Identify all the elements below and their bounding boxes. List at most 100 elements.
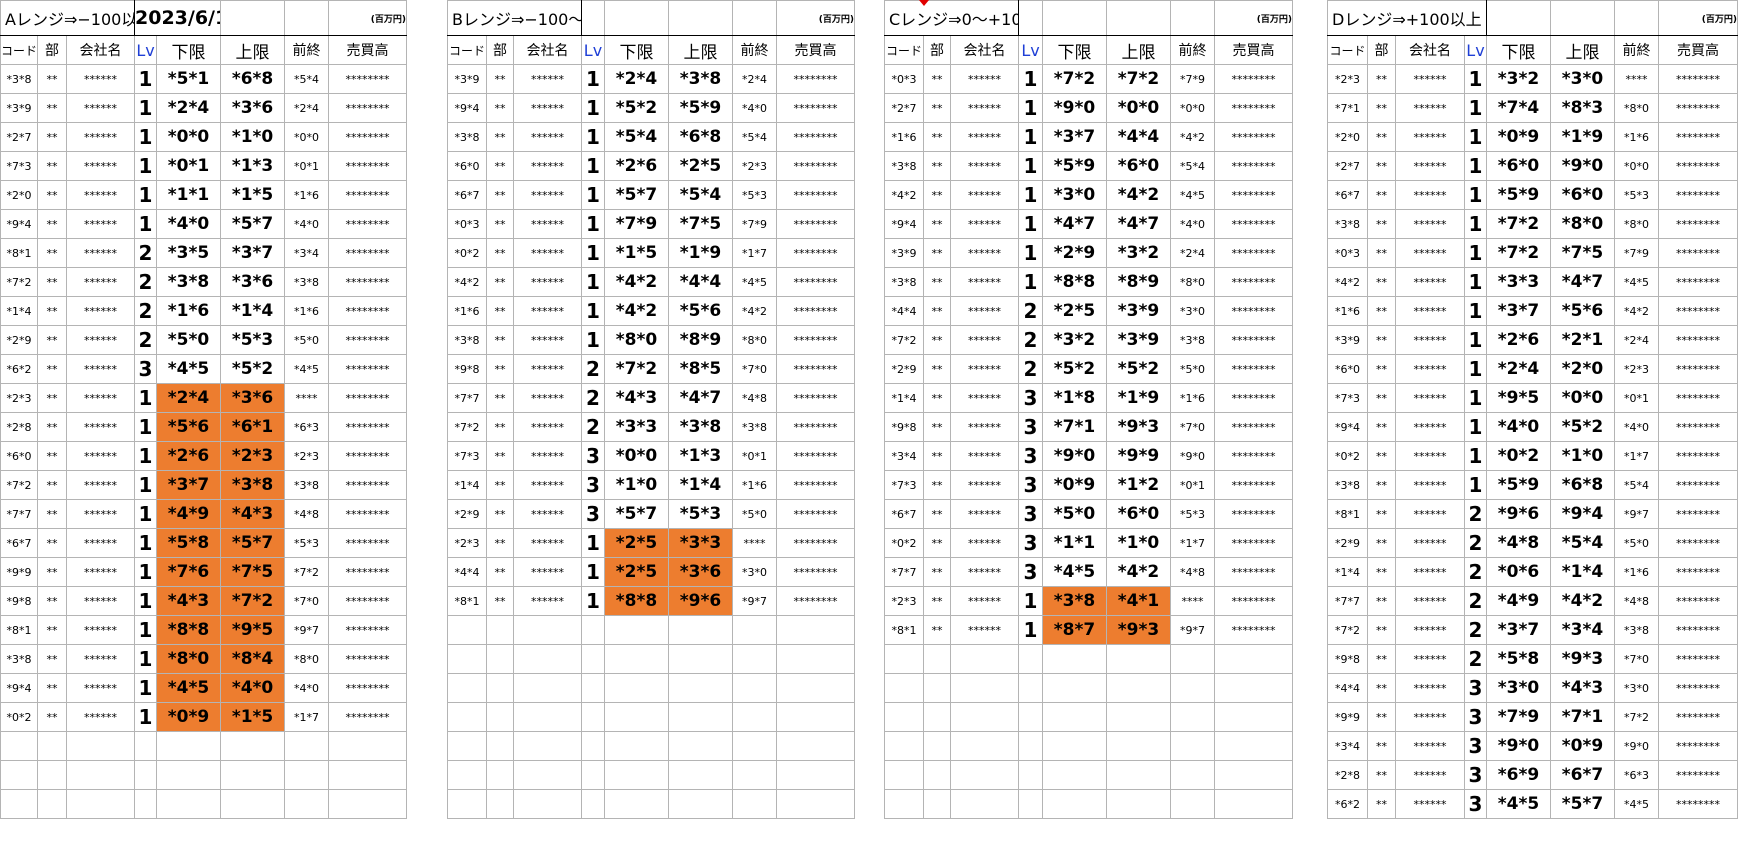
cell-bu[interactable]: ** bbox=[923, 180, 951, 210]
cell-code[interactable]: *9*8 bbox=[447, 354, 487, 384]
cell-hi[interactable]: *2*3 bbox=[220, 441, 286, 471]
cell-lv[interactable]: 3 bbox=[1018, 470, 1044, 500]
cell-lo[interactable]: *0*2 bbox=[1486, 441, 1551, 471]
cell-code[interactable]: *3*9 bbox=[0, 93, 38, 123]
cell-bu[interactable]: ** bbox=[37, 702, 67, 732]
cell-lo[interactable]: *0*6 bbox=[1486, 557, 1551, 587]
cell-prev[interactable]: *6*3 bbox=[1614, 760, 1659, 790]
empty-cell[interactable] bbox=[732, 760, 777, 790]
cell-sales[interactable]: ******** bbox=[1214, 528, 1294, 558]
cell-lv[interactable]: 1 bbox=[1464, 209, 1487, 239]
cell-sales[interactable]: ******** bbox=[776, 383, 855, 413]
cell-bu[interactable]: ** bbox=[37, 64, 67, 94]
cell-name[interactable]: ****** bbox=[513, 296, 582, 326]
empty-cell[interactable] bbox=[1170, 644, 1216, 674]
cell-lv[interactable]: 2 bbox=[1464, 615, 1487, 645]
cell-lv[interactable]: 1 bbox=[1018, 267, 1044, 297]
empty-cell[interactable] bbox=[581, 0, 605, 36]
cell-code[interactable]: *3*8 bbox=[1327, 209, 1368, 239]
empty-cell[interactable] bbox=[776, 615, 855, 645]
column-header-lv[interactable]: Lv bbox=[134, 35, 158, 65]
cell-hi[interactable]: *3*8 bbox=[668, 412, 733, 442]
cell-hi[interactable]: *5*2 bbox=[1550, 412, 1615, 442]
cell-hi[interactable]: *8*9 bbox=[1106, 267, 1172, 297]
cell-prev[interactable]: *3*8 bbox=[1170, 325, 1216, 355]
cell-hi[interactable]: *8*4 bbox=[220, 644, 286, 674]
column-header-prev[interactable]: 前終 bbox=[1614, 35, 1659, 65]
column-header-name[interactable]: 会社名 bbox=[949, 35, 1020, 65]
cell-lv[interactable]: 1 bbox=[1464, 64, 1487, 94]
cell-hi[interactable]: *5*6 bbox=[1550, 296, 1615, 326]
cell-prev[interactable]: *3*8 bbox=[284, 470, 330, 500]
cell-sales[interactable]: ******** bbox=[328, 122, 408, 152]
cell-sales[interactable]: ******** bbox=[1214, 238, 1294, 268]
empty-cell[interactable] bbox=[1170, 731, 1216, 761]
cell-bu[interactable]: ** bbox=[486, 354, 514, 384]
cell-bu[interactable]: ** bbox=[1367, 325, 1396, 355]
empty-cell[interactable] bbox=[776, 789, 855, 819]
cell-hi[interactable]: *1*4 bbox=[668, 470, 733, 500]
cell-prev[interactable]: *3*0 bbox=[732, 557, 777, 587]
empty-cell[interactable] bbox=[65, 731, 136, 761]
cell-lv[interactable]: 1 bbox=[134, 702, 158, 732]
cell-name[interactable]: ****** bbox=[1395, 789, 1465, 819]
cell-bu[interactable]: ** bbox=[923, 93, 951, 123]
empty-cell[interactable] bbox=[581, 673, 605, 703]
cell-name[interactable]: ****** bbox=[949, 325, 1020, 355]
column-header-sales[interactable]: 売買高 bbox=[776, 35, 855, 65]
cell-name[interactable]: ****** bbox=[1395, 64, 1465, 94]
cell-sales[interactable]: ******** bbox=[328, 470, 408, 500]
empty-cell[interactable] bbox=[486, 731, 514, 761]
cell-lv[interactable]: 1 bbox=[581, 528, 605, 558]
cell-hi[interactable]: *1*4 bbox=[220, 296, 286, 326]
empty-cell[interactable] bbox=[284, 0, 330, 36]
cell-sales[interactable]: ******** bbox=[1658, 209, 1738, 239]
cell-hi[interactable]: *3*6 bbox=[220, 267, 286, 297]
cell-hi[interactable]: *1*3 bbox=[668, 441, 733, 471]
cell-bu[interactable]: ** bbox=[1367, 64, 1396, 94]
cell-lo[interactable]: *5*4 bbox=[604, 122, 669, 152]
cell-lo[interactable]: *0*0 bbox=[156, 122, 222, 152]
empty-cell[interactable] bbox=[1170, 702, 1216, 732]
empty-cell[interactable] bbox=[949, 644, 1020, 674]
cell-code[interactable]: *7*7 bbox=[1327, 586, 1368, 616]
empty-cell[interactable] bbox=[732, 615, 777, 645]
empty-cell[interactable] bbox=[668, 673, 733, 703]
empty-cell[interactable] bbox=[1214, 789, 1294, 819]
cell-code[interactable]: *0*2 bbox=[0, 702, 38, 732]
cell-sales[interactable]: ******** bbox=[776, 267, 855, 297]
cell-lv[interactable]: 1 bbox=[134, 441, 158, 471]
cell-lo[interactable]: *5*6 bbox=[156, 412, 222, 442]
cell-bu[interactable]: ** bbox=[923, 586, 951, 616]
cell-lv[interactable]: 1 bbox=[581, 64, 605, 94]
cell-sales[interactable]: ******** bbox=[776, 151, 855, 181]
cell-code[interactable]: *6*0 bbox=[1327, 354, 1368, 384]
cell-sales[interactable]: ******** bbox=[1658, 760, 1738, 790]
empty-cell[interactable] bbox=[328, 789, 408, 819]
cell-lo[interactable]: *3*7 bbox=[156, 470, 222, 500]
cell-lo[interactable]: *7*1 bbox=[1042, 412, 1108, 442]
cell-name[interactable]: ****** bbox=[949, 64, 1020, 94]
cell-bu[interactable]: ** bbox=[1367, 615, 1396, 645]
date-label[interactable]: 2023/6/16 bbox=[134, 0, 222, 36]
cell-bu[interactable]: ** bbox=[923, 296, 951, 326]
cell-lv[interactable]: 3 bbox=[1464, 731, 1487, 761]
empty-cell[interactable] bbox=[1042, 673, 1108, 703]
cell-code[interactable]: *2*9 bbox=[0, 325, 38, 355]
cell-hi[interactable]: *5*4 bbox=[1550, 528, 1615, 558]
cell-name[interactable]: ****** bbox=[513, 412, 582, 442]
cell-sales[interactable]: ******** bbox=[1658, 122, 1738, 152]
cell-code[interactable]: *0*3 bbox=[884, 64, 924, 94]
cell-name[interactable]: ****** bbox=[513, 267, 582, 297]
cell-code[interactable]: *1*4 bbox=[0, 296, 38, 326]
cell-prev[interactable]: **** bbox=[1170, 586, 1216, 616]
cell-code[interactable]: *2*3 bbox=[447, 528, 487, 558]
cell-prev[interactable]: *6*3 bbox=[284, 412, 330, 442]
empty-cell[interactable] bbox=[328, 731, 408, 761]
cell-sales[interactable]: ******** bbox=[1658, 151, 1738, 181]
cell-hi[interactable]: *4*0 bbox=[220, 673, 286, 703]
cell-lv[interactable]: 1 bbox=[1018, 209, 1044, 239]
empty-cell[interactable] bbox=[134, 760, 158, 790]
cell-hi[interactable]: *4*3 bbox=[220, 499, 286, 529]
cell-sales[interactable]: ******** bbox=[1658, 470, 1738, 500]
